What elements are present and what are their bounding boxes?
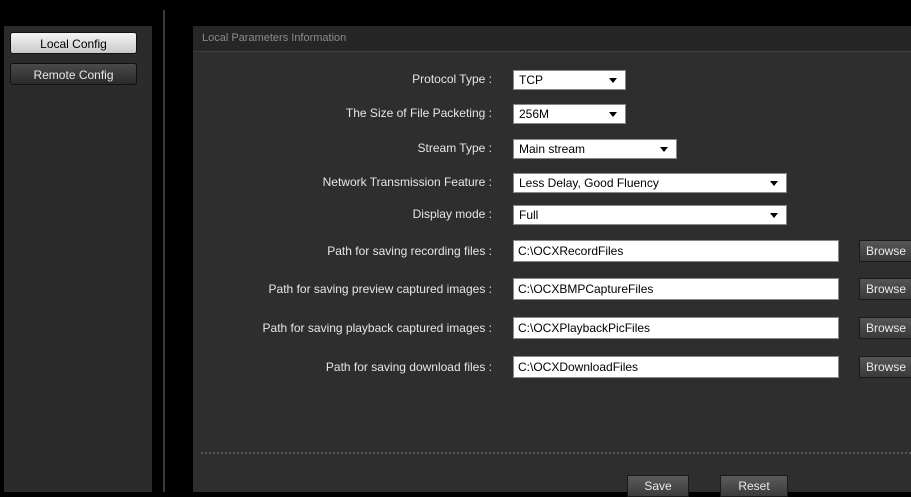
protocol-type-value: TCP [519, 73, 543, 87]
network-feature-label: Network Transmission Feature : [322, 175, 492, 189]
chevron-down-icon [609, 112, 617, 117]
main-panel: Local Parameters Information Protocol Ty… [193, 26, 911, 497]
stream-type-select[interactable]: Main stream [513, 139, 677, 159]
chevron-down-icon [660, 147, 668, 152]
network-feature-select[interactable]: Less Delay, Good Fluency [513, 173, 787, 193]
panel-title: Local Parameters Information [202, 32, 347, 44]
record-path-label: Path for saving recording files : [327, 244, 492, 258]
chevron-down-icon [770, 213, 778, 218]
save-button[interactable]: Save [627, 475, 689, 497]
preview-capture-path-browse-button[interactable]: Browse [859, 278, 911, 300]
panel-header: Local Parameters Information [193, 26, 911, 52]
preview-capture-path-label: Path for saving preview captured images … [268, 282, 492, 296]
stream-type-label: Stream Type : [417, 141, 492, 155]
stream-type-value: Main stream [519, 142, 586, 156]
sidebar-item-remote-config[interactable]: Remote Config [10, 63, 137, 85]
file-packet-size-label: The Size of File Packeting : [345, 106, 492, 120]
network-feature-value: Less Delay, Good Fluency [519, 176, 659, 190]
playback-capture-path-browse-button[interactable]: Browse [859, 317, 911, 339]
chevron-down-icon [770, 181, 778, 186]
download-path-browse-button[interactable]: Browse [859, 356, 911, 378]
sidebar-panel [4, 26, 152, 492]
playback-capture-path-label: Path for saving playback captured images… [262, 321, 492, 335]
record-path-input[interactable]: C:\OCXRecordFiles [513, 240, 839, 262]
display-mode-select[interactable]: Full [513, 205, 787, 225]
playback-capture-path-input[interactable]: C:\OCXPlaybackPicFiles [513, 317, 839, 339]
protocol-type-label: Protocol Type : [412, 72, 492, 86]
download-path-label: Path for saving download files : [325, 360, 492, 374]
preview-capture-path-input[interactable]: C:\OCXBMPCaptureFiles [513, 278, 839, 300]
record-path-browse-button[interactable]: Browse [859, 240, 911, 262]
chevron-down-icon [609, 78, 617, 83]
display-mode-label: Display mode : [412, 207, 492, 221]
sidebar: Local Config Remote Config [0, 0, 155, 492]
download-path-input[interactable]: C:\OCXDownloadFiles [513, 356, 839, 378]
protocol-type-select[interactable]: TCP [513, 70, 626, 90]
vertical-divider [163, 10, 165, 492]
reset-button[interactable]: Reset [720, 475, 788, 497]
dotted-separator [201, 452, 911, 454]
file-packet-size-select[interactable]: 256M [513, 104, 626, 124]
display-mode-value: Full [519, 208, 539, 222]
sidebar-item-local-config[interactable]: Local Config [10, 32, 137, 54]
file-packet-size-value: 256M [519, 107, 550, 121]
